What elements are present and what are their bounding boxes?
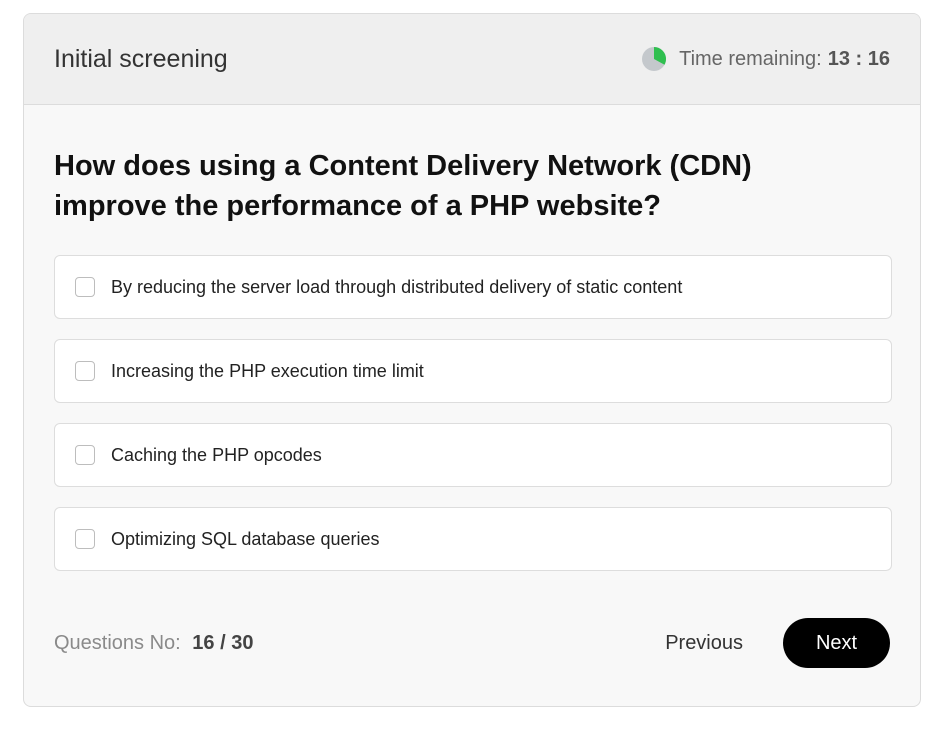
answer-options: By reducing the server load through dist… [54, 255, 892, 591]
answer-label: Optimizing SQL database queries [111, 528, 380, 549]
timer-value: 13 : 16 [827, 47, 890, 70]
previous-button[interactable]: Previous [665, 632, 743, 655]
answer-label: Increasing the PHP execution time limit [111, 360, 424, 381]
answer-checkbox[interactable] [75, 529, 95, 549]
answer-label: By reducing the server load through dist… [111, 276, 683, 297]
answer-option[interactable]: Optimizing SQL database queries [54, 507, 892, 571]
question-text: How does using a Content Delivery Networ… [54, 150, 752, 222]
quiz-card: Initial screening Time remaining: 13 : 1… [23, 13, 921, 707]
question-counter-label: Questions No: [54, 631, 181, 654]
next-button[interactable]: Next [783, 618, 890, 668]
timer: Time remaining: 13 : 16 [641, 46, 890, 72]
pie-timer-icon [641, 46, 667, 72]
page-title: Initial screening [54, 44, 228, 73]
answer-option[interactable]: Increasing the PHP execution time limit [54, 339, 892, 403]
quiz-footer: Questions No: 16 / 30 Previous Next [54, 618, 890, 668]
navigation: Previous Next [665, 618, 890, 668]
answer-checkbox[interactable] [75, 277, 95, 297]
answer-option[interactable]: Caching the PHP opcodes [54, 423, 892, 487]
answer-option[interactable]: By reducing the server load through dist… [54, 255, 892, 319]
answer-checkbox[interactable] [75, 445, 95, 465]
answer-label: Caching the PHP opcodes [111, 444, 322, 465]
question-counter-value: 16 / 30 [192, 631, 254, 654]
card-header: Initial screening Time remaining: 13 : 1… [24, 14, 920, 105]
question-counter: Questions No: 16 / 30 [54, 632, 253, 655]
timer-label: Time remaining: [679, 47, 822, 70]
answer-checkbox[interactable] [75, 361, 95, 381]
